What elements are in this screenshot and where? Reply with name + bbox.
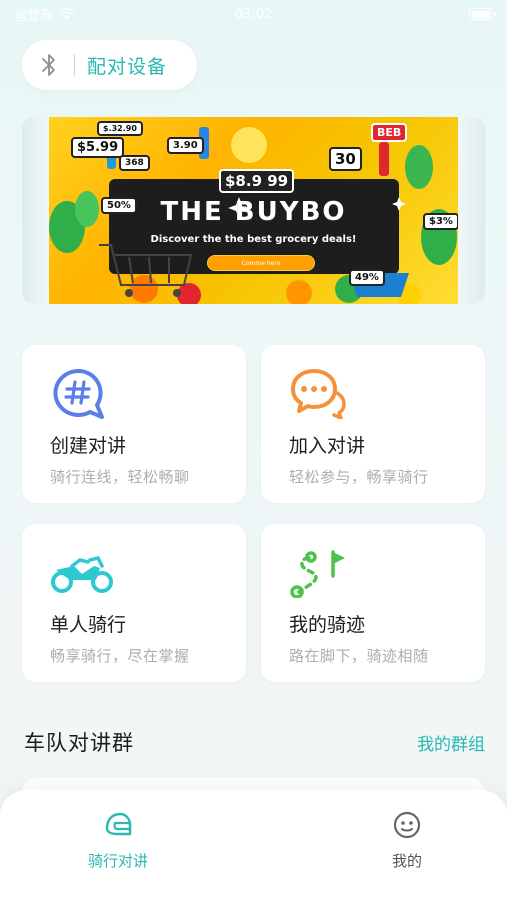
- card-description: 路在脚下，骑迹相随: [289, 647, 429, 665]
- price-tag: $.32.90: [97, 121, 143, 136]
- my-tracks-card[interactable]: 我的骑迹 路在脚下，骑迹相随: [261, 524, 485, 682]
- motorcycle-icon: [51, 555, 113, 593]
- card-title: 单人骑行: [50, 614, 127, 636]
- price-tag: 368: [119, 155, 150, 171]
- smiley-icon: [393, 811, 421, 839]
- price-tag: $8.9 99: [219, 169, 295, 193]
- card-title: 我的骑迹: [289, 614, 366, 636]
- banner-cta-button[interactable]: Comme here: [207, 255, 315, 271]
- card-description: 骑行连线，轻松畅聊: [50, 468, 190, 486]
- banner-title: THE BUYBO: [160, 197, 347, 227]
- price-tag: 3.90: [167, 137, 204, 154]
- carrier-label: 运营商: [14, 8, 54, 24]
- card-description: 畅享骑行，尽在掌握: [50, 647, 190, 665]
- tab-mine[interactable]: 我的: [362, 810, 452, 871]
- price-tag: $5.99: [71, 137, 125, 158]
- status-bar: 运营商 03:02: [0, 0, 507, 28]
- price-tag: BEB: [371, 123, 408, 142]
- hash-chat-icon: [53, 368, 104, 419]
- tab-label: 骑行对讲: [87, 852, 148, 870]
- create-intercom-card[interactable]: 创建对讲 骑行连线，轻松畅聊: [22, 345, 246, 503]
- route-flag-icon: [290, 550, 345, 598]
- price-tag: 30: [329, 147, 362, 171]
- promo-banner[interactable]: $5.99 $8.9 99 30 50% $3% 49% BEB 368 3.9…: [22, 117, 485, 304]
- status-time: 03:02: [234, 6, 273, 22]
- section-title: 车队对讲群: [24, 731, 134, 755]
- status-left: 运营商: [14, 5, 75, 24]
- card-title: 创建对讲: [50, 435, 127, 457]
- card-description: 轻松参与，畅享骑行: [289, 468, 429, 486]
- my-groups-link[interactable]: 我的群组: [417, 730, 485, 755]
- solo-ride-card[interactable]: 单人骑行 畅享骑行，尽在掌握: [22, 524, 246, 682]
- pair-device-button[interactable]: 配对设备: [22, 40, 197, 90]
- tab-label: 我的: [391, 852, 422, 870]
- pair-device-label: 配对设备: [87, 55, 168, 78]
- battery-icon: [469, 8, 496, 20]
- pair-divider: [74, 54, 75, 76]
- wifi-icon: [59, 8, 75, 20]
- banner-image: $5.99 $8.9 99 30 50% $3% 49% BEB 368 3.9…: [49, 117, 458, 304]
- helmet-icon: [105, 812, 132, 836]
- card-title: 加入对讲: [289, 435, 366, 457]
- bluetooth-icon: [42, 54, 55, 76]
- tab-ride-intercom[interactable]: 骑行对讲: [73, 810, 163, 871]
- chat-bubbles-icon: [291, 369, 346, 419]
- price-tag: 49%: [349, 269, 385, 286]
- bottom-navigation: 骑行对讲 我的: [0, 790, 507, 900]
- join-intercom-card[interactable]: 加入对讲 轻松参与，畅享骑行: [261, 345, 485, 503]
- banner-subtitle: Discover the the best grocery deals!: [150, 234, 357, 245]
